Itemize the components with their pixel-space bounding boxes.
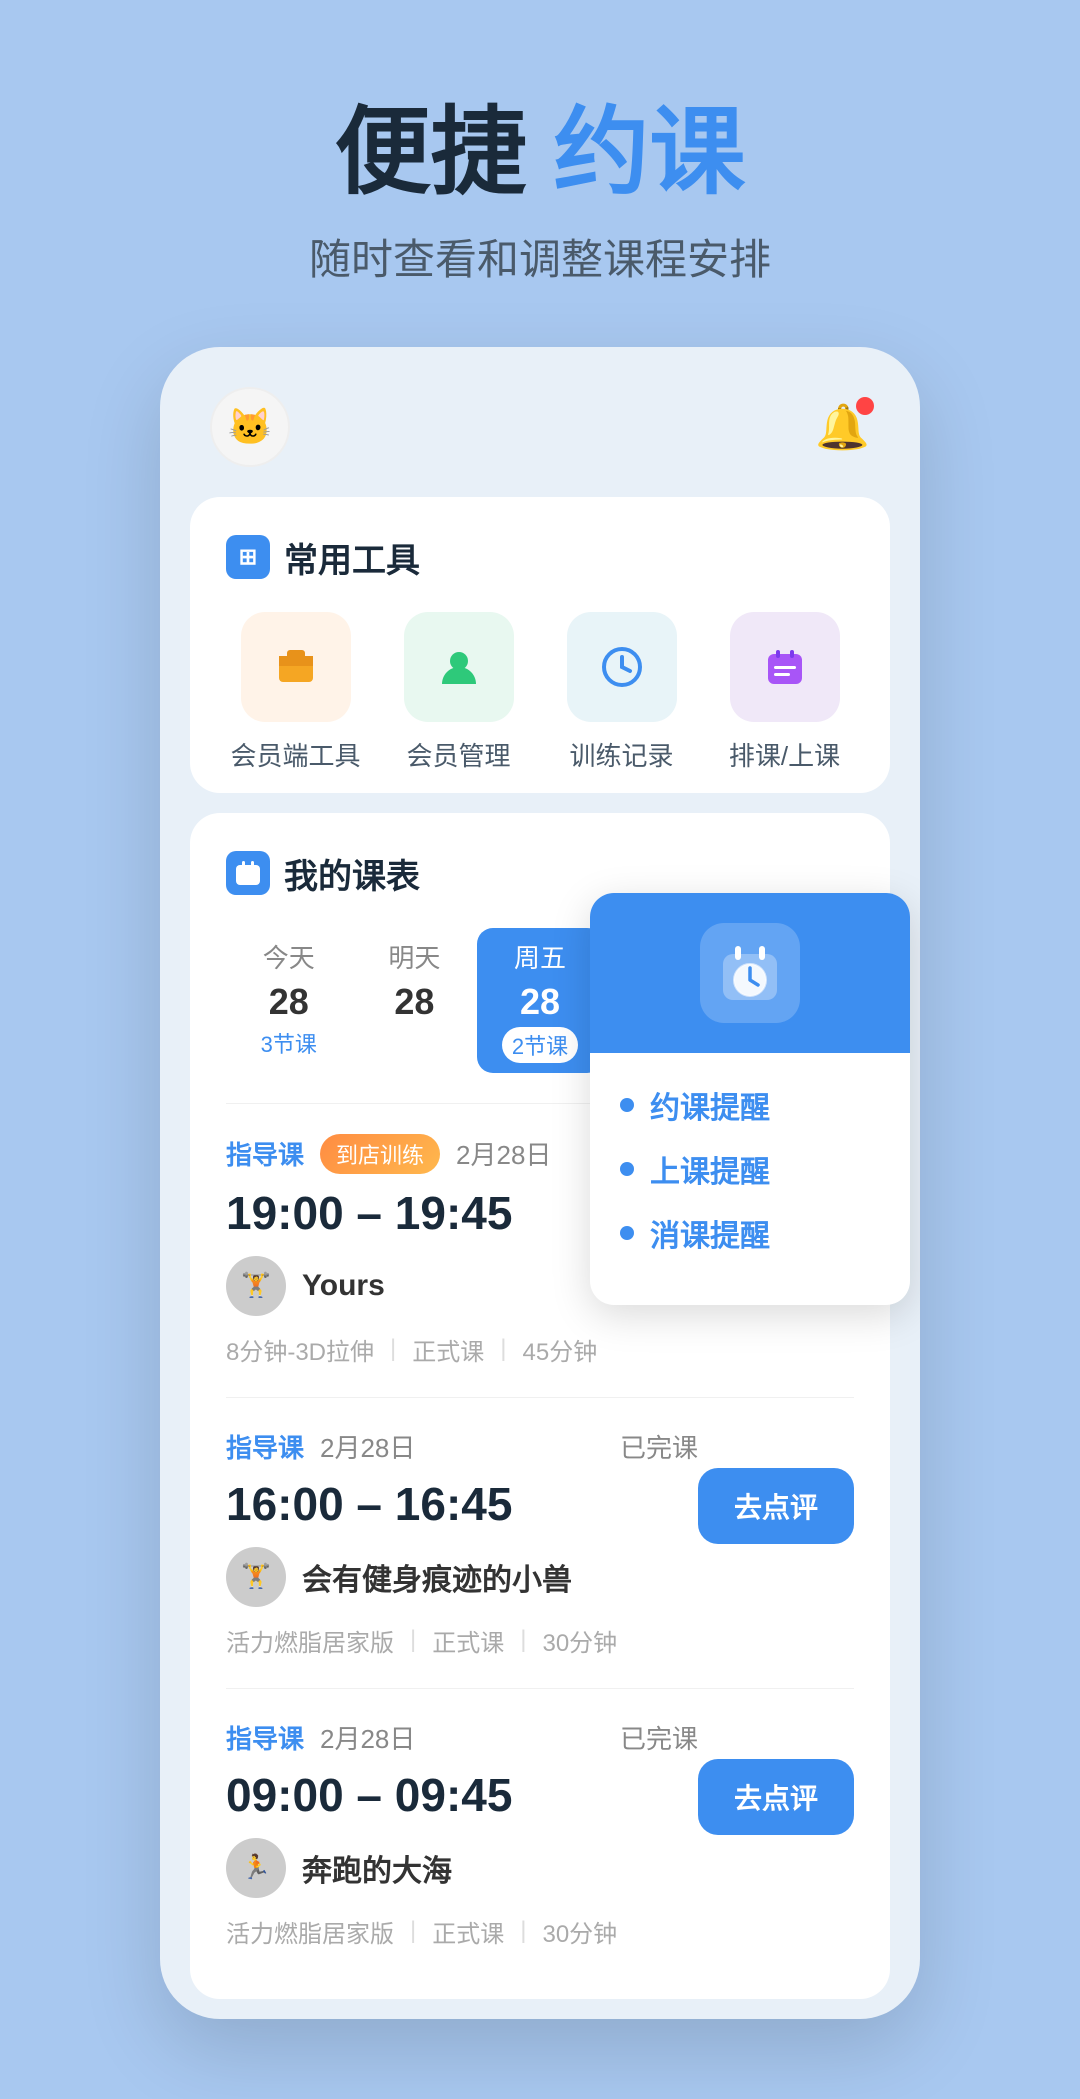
popup-dot-1 xyxy=(620,1162,634,1176)
day-num-1: 28 xyxy=(352,981,478,1023)
course-details-0: 8分钟-3D拉伸 | 正式课 | 45分钟 xyxy=(226,1332,854,1367)
detail-type-2a: 活力燃脂居家版 xyxy=(226,1914,394,1949)
popup-calendar-icon xyxy=(700,923,800,1023)
popup-dot-0 xyxy=(620,1098,634,1112)
tools-card: ⊞ 常用工具 会员端工具 xyxy=(190,497,890,793)
popup-item-2: 消课提醒 xyxy=(620,1211,880,1255)
popup-body: 约课提醒 上课提醒 消课提醒 xyxy=(590,1053,910,1305)
course-trainer-2: 🏃 奔跑的大海 xyxy=(226,1838,698,1898)
course-details-1: 活力燃脂居家版 | 正式课 | 30分钟 xyxy=(226,1623,698,1658)
course-item-2: 指导课 2月28日 已完课 09:00 – 09:45 🏃 奔跑的大海 活力燃脂… xyxy=(226,1688,854,1979)
review-button-2[interactable]: 去点评 xyxy=(698,1759,854,1835)
tool-member-tool[interactable]: 会员端工具 xyxy=(226,612,365,773)
tool-icon-training xyxy=(567,612,677,722)
tool-icon-schedule xyxy=(730,612,840,722)
notification-badge xyxy=(856,397,874,415)
week-tab-2[interactable]: 周五 28 2节课 xyxy=(477,928,603,1073)
detail-duration-1: 30分钟 xyxy=(542,1623,617,1658)
header-section: 便捷 约课 随时查看和调整课程安排 xyxy=(0,0,1080,347)
tool-schedule[interactable]: 排课/上课 xyxy=(715,612,854,773)
lesson-count-2: 2节课 xyxy=(502,1027,578,1063)
detail-type-1a: 活力燃脂居家版 xyxy=(226,1623,394,1658)
day-name-1: 明天 xyxy=(352,938,478,975)
popup-header xyxy=(590,893,910,1053)
tool-label-schedule: 排课/上课 xyxy=(729,736,840,773)
lesson-count-0: 3节课 xyxy=(226,1027,352,1059)
tools-grid: 会员端工具 会员管理 xyxy=(226,612,854,773)
course-time-1: 16:00 – 16:45 xyxy=(226,1477,698,1531)
main-title: 便捷 约课 xyxy=(60,100,1020,206)
popup-item-1: 上课提醒 xyxy=(620,1147,880,1191)
tool-label-mgmt: 会员管理 xyxy=(406,736,510,773)
course-item-1: 指导课 2月28日 已完课 16:00 – 16:45 🏋️ 会有健身痕迹的小兽… xyxy=(226,1397,854,1688)
popup-item-0: 约课提醒 xyxy=(620,1083,880,1127)
tag-completed-2: 已完课 xyxy=(620,1719,698,1756)
schedule-section-icon xyxy=(226,851,270,895)
schedule-card: 我的课表 今天 28 3节课 明天 28 周五 28 2节课 xyxy=(190,813,890,1999)
reminder-popup: 约课提醒 上课提醒 消课提醒 xyxy=(590,893,910,1305)
detail-stretch: 8分钟-3D拉伸 xyxy=(226,1332,374,1367)
course-row-2: 指导课 2月28日 已完课 09:00 – 09:45 🏃 奔跑的大海 活力燃脂… xyxy=(226,1719,854,1949)
detail-duration: 45分钟 xyxy=(523,1332,598,1367)
tools-section-title: ⊞ 常用工具 xyxy=(226,533,854,582)
phone-screen: 🐱 🔔 ⊞ 常用工具 xyxy=(160,347,920,2019)
course-left-2: 指导课 2月28日 已完课 09:00 – 09:45 🏃 奔跑的大海 活力燃脂… xyxy=(226,1719,698,1949)
course-left-1: 指导课 2月28日 已完课 16:00 – 16:45 🏋️ 会有健身痕迹的小兽… xyxy=(226,1428,698,1658)
detail-type: 正式课 xyxy=(412,1332,484,1367)
trainer-name-2: 奔跑的大海 xyxy=(302,1846,452,1890)
phone-wrapper: 🐱 🔔 ⊞ 常用工具 xyxy=(0,347,1080,2099)
trainer-avatar-0: 🏋️ xyxy=(226,1256,286,1316)
day-num-2: 28 xyxy=(477,981,603,1023)
trainer-avatar-1: 🏋️ xyxy=(226,1547,286,1607)
phone-topbar: 🐱 🔔 xyxy=(190,387,890,497)
day-name-2: 周五 xyxy=(477,938,603,975)
course-time-2: 09:00 – 09:45 xyxy=(226,1768,698,1822)
review-button-1[interactable]: 去点评 xyxy=(698,1468,854,1544)
detail-duration-2: 30分钟 xyxy=(542,1914,617,1949)
day-name-0: 今天 xyxy=(226,938,352,975)
trainer-name-0: Yours xyxy=(302,1269,385,1303)
tool-training[interactable]: 训练记录 xyxy=(552,612,691,773)
course-tags-1: 指导课 2月28日 已完课 xyxy=(226,1428,698,1465)
day-num-0: 28 xyxy=(226,981,352,1023)
trainer-name-1: 会有健身痕迹的小兽 xyxy=(302,1555,572,1599)
tag-date-2: 2月28日 xyxy=(320,1719,415,1756)
course-row-1: 指导课 2月28日 已完课 16:00 – 16:45 🏋️ 会有健身痕迹的小兽… xyxy=(226,1428,854,1658)
tag-date-1: 2月28日 xyxy=(320,1428,415,1465)
course-details-2: 活力燃脂居家版 | 正式课 | 30分钟 xyxy=(226,1914,698,1949)
tool-member-mgmt[interactable]: 会员管理 xyxy=(389,612,528,773)
main-subtitle: 随时查看和调整课程安排 xyxy=(60,226,1020,287)
tools-section-icon: ⊞ xyxy=(226,535,270,579)
course-tags-2: 指导课 2月28日 已完课 xyxy=(226,1719,698,1756)
avatar: 🐱 xyxy=(210,387,290,467)
tag-store-0: 到店训练 xyxy=(320,1134,440,1174)
trainer-avatar-2: 🏃 xyxy=(226,1838,286,1898)
detail-type-1b: 正式课 xyxy=(432,1623,504,1658)
week-tab-0[interactable]: 今天 28 3节课 xyxy=(226,928,352,1073)
week-tab-1[interactable]: 明天 28 xyxy=(352,928,478,1073)
tool-icon-mgmt xyxy=(404,612,514,722)
title-part1: 便捷 xyxy=(335,99,527,206)
tag-guide-2: 指导课 xyxy=(226,1719,304,1756)
tag-date-0: 2月28日 xyxy=(456,1135,551,1172)
tool-label-member: 会员端工具 xyxy=(230,736,360,773)
title-part2: 约课 xyxy=(553,99,745,206)
notification-bell[interactable]: 🔔 xyxy=(815,401,870,453)
popup-dot-2 xyxy=(620,1226,634,1240)
tag-completed-1: 已完课 xyxy=(620,1428,698,1465)
tool-label-training: 训练记录 xyxy=(569,736,673,773)
schedule-section-title: 我的课表 xyxy=(226,849,854,898)
course-trainer-1: 🏋️ 会有健身痕迹的小兽 xyxy=(226,1547,698,1607)
tag-guide-0: 指导课 xyxy=(226,1135,304,1172)
tool-icon-member xyxy=(241,612,351,722)
detail-type-2b: 正式课 xyxy=(432,1914,504,1949)
tag-guide-1: 指导课 xyxy=(226,1428,304,1465)
